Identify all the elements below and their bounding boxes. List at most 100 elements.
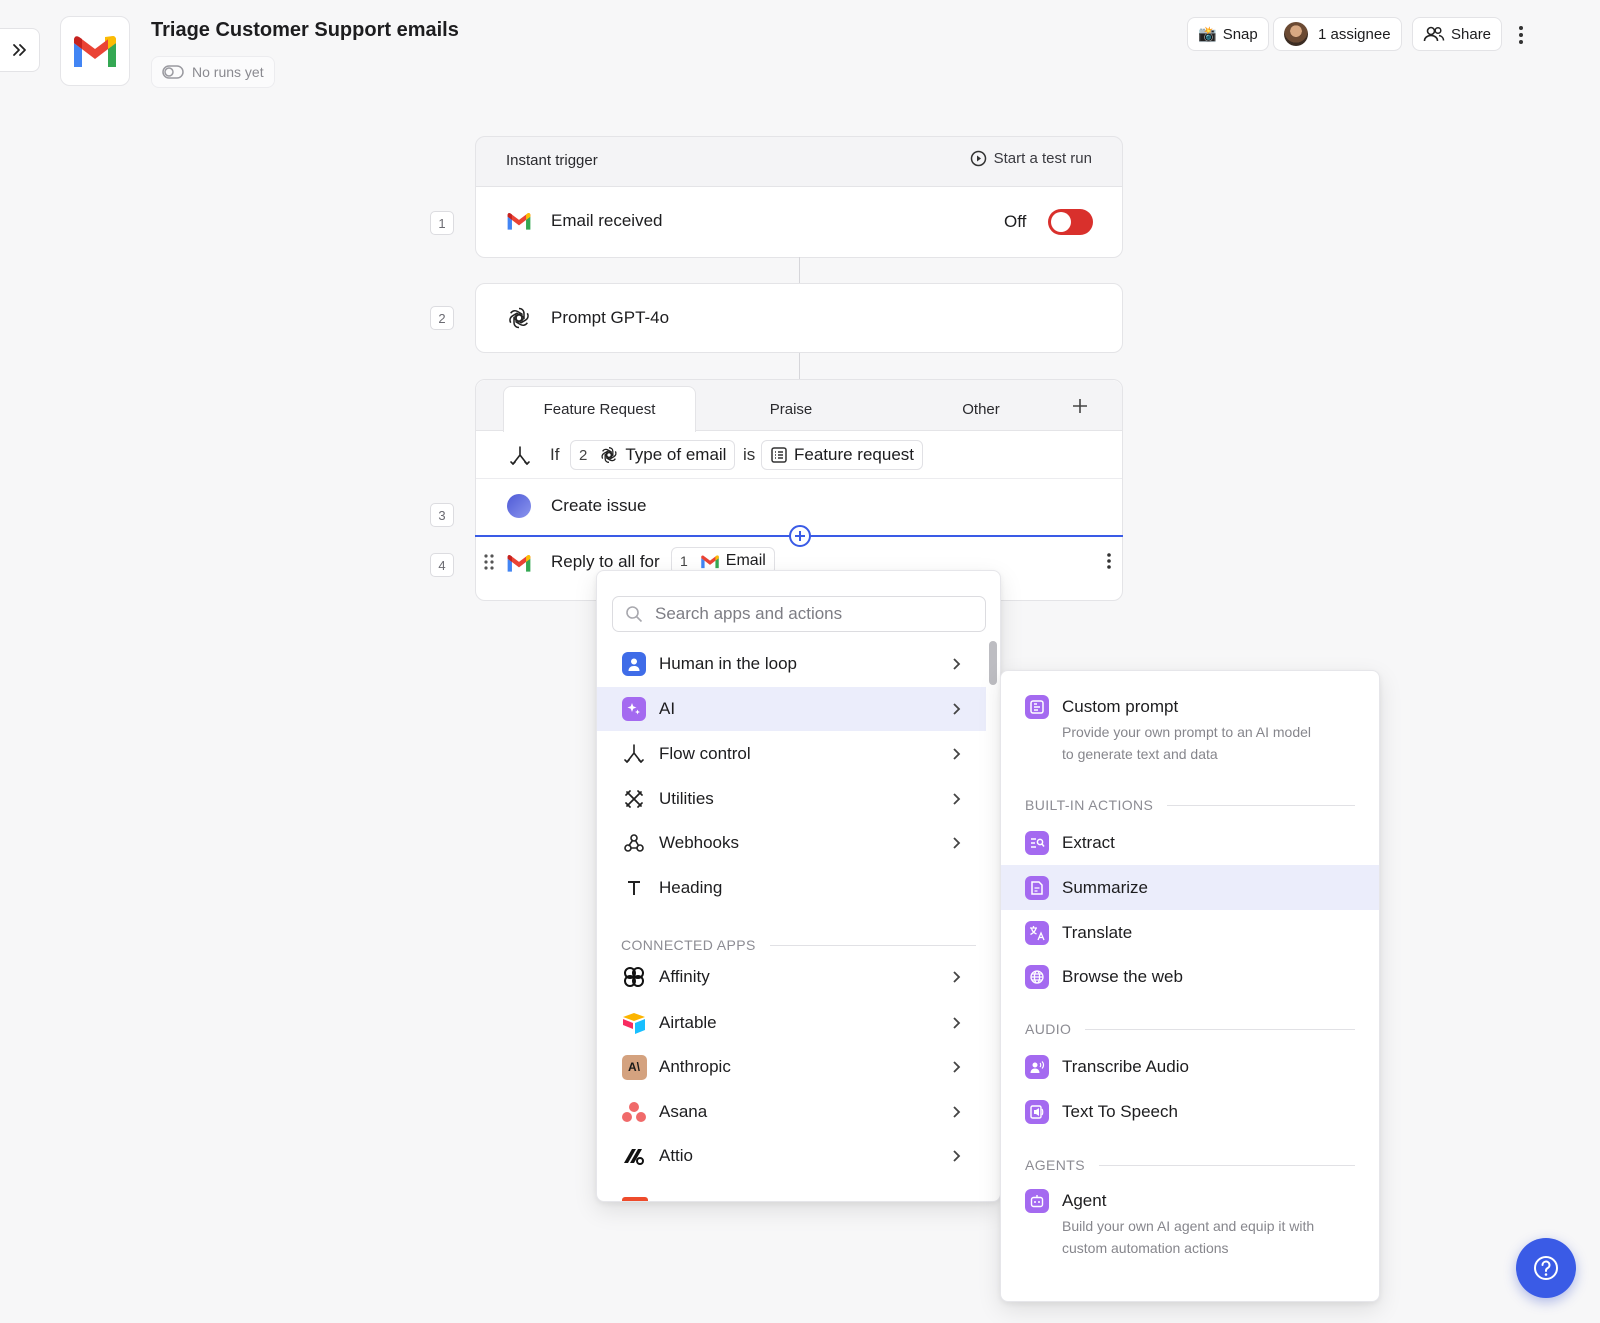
menu-item-label: Affinity	[659, 967, 710, 986]
extract-item[interactable]: Extract	[1001, 821, 1379, 865]
section-header-text: BUILT-IN ACTIONS	[1025, 797, 1154, 813]
step-ref-number: 2	[579, 446, 588, 464]
prompt-gpt-step[interactable]: Prompt GPT-4o	[475, 283, 1123, 353]
divider	[1167, 804, 1355, 806]
plus-icon	[1070, 396, 1090, 416]
menu-item-attio[interactable]: Attio	[597, 1134, 986, 1178]
summarize-item[interactable]: Summarize	[1001, 865, 1379, 910]
item-label: Summarize	[1062, 877, 1148, 897]
connector-line	[799, 257, 800, 283]
agent-title: Agent	[1062, 1191, 1107, 1210]
tab-feature-request[interactable]: Feature Request	[503, 386, 696, 432]
branch-icon	[509, 445, 531, 467]
start-test-run-button[interactable]: Start a test run	[970, 150, 1092, 167]
next-app-icon-partial	[622, 1197, 648, 1201]
gmail-icon	[700, 554, 720, 569]
menu-item-label: Utilities	[659, 789, 714, 808]
step-number: 3	[430, 503, 454, 527]
toggle-outline-icon	[162, 65, 184, 79]
person-icon	[621, 651, 647, 677]
sparkle-icon	[621, 696, 647, 722]
condition-field-chip[interactable]: 2 Type of email	[570, 440, 736, 470]
speaker-icon	[1025, 1100, 1049, 1124]
menu-item-human-in-the-loop[interactable]: Human in the loop	[597, 642, 986, 686]
gmail-icon	[71, 33, 119, 69]
translate-item[interactable]: Translate	[1001, 910, 1379, 955]
globe-icon	[1025, 965, 1049, 989]
agent-item[interactable]: Agent Build your own AI agent and equip …	[1001, 1189, 1379, 1259]
menu-item-affinity[interactable]: Affinity	[597, 955, 986, 999]
section-header-text: AUDIO	[1025, 1021, 1072, 1037]
step-label: Reply to all for	[551, 552, 660, 571]
chevron-right-icon	[952, 1060, 962, 1074]
chevron-right-icon	[952, 792, 962, 806]
is-keyword: is	[743, 445, 756, 464]
builtin-actions-header: BUILT-IN ACTIONS	[1025, 797, 1355, 813]
step-ref-number: 1	[680, 553, 688, 569]
attio-icon	[621, 1143, 647, 1169]
runs-status-badge[interactable]: No runs yet	[151, 56, 275, 88]
add-branch-button[interactable]	[1070, 396, 1090, 416]
divider	[1085, 1028, 1355, 1030]
menu-item-airtable[interactable]: Airtable	[597, 1001, 986, 1045]
step-options-button[interactable]	[1106, 552, 1112, 570]
menu-scrollbar[interactable]	[989, 641, 997, 685]
menu-item-heading[interactable]: Heading	[597, 866, 986, 910]
condition-value-label: Feature request	[794, 445, 915, 464]
share-button[interactable]: Share	[1412, 17, 1503, 51]
expand-sidebar-button[interactable]	[0, 28, 40, 72]
snap-button[interactable]: 📸 Snap	[1187, 17, 1269, 51]
menu-item-ai[interactable]: AI	[597, 687, 986, 731]
menu-item-label: Webhooks	[659, 833, 740, 852]
item-label: Text To Speech	[1062, 1102, 1178, 1121]
search-placeholder: Search apps and actions	[655, 604, 843, 623]
trigger-section-label: Instant trigger	[506, 152, 598, 169]
summarize-icon	[1025, 875, 1049, 900]
more-options-button[interactable]	[1515, 24, 1527, 46]
custom-prompt-desc-line2: to generate text and data	[1062, 746, 1218, 762]
search-input[interactable]: Search apps and actions	[612, 596, 986, 632]
section-header-text: AGENTS	[1025, 1157, 1085, 1173]
branch-icon	[621, 741, 647, 767]
menu-item-anthropic[interactable]: A\ Anthropic	[597, 1045, 986, 1089]
workflow-app-icon	[60, 16, 130, 86]
share-label: Share	[1451, 25, 1492, 43]
toggle-knob	[1051, 212, 1071, 232]
add-step-menu: Search apps and actions Human in the loo…	[596, 570, 1001, 1202]
tab-other[interactable]: Other	[886, 386, 1076, 432]
custom-prompt-title: Custom prompt	[1062, 697, 1179, 716]
extract-icon	[1025, 831, 1049, 855]
workflow-title[interactable]: Triage Customer Support emails	[151, 19, 459, 42]
affinity-icon	[621, 964, 647, 990]
assignee-button[interactable]: 1 assignee	[1273, 17, 1402, 51]
ai-submenu: Custom prompt Provide your own prompt to…	[1000, 670, 1380, 1302]
tab-praise[interactable]: Praise	[696, 386, 886, 432]
help-button[interactable]	[1516, 1238, 1576, 1298]
trigger-card: Instant trigger Start a test run Email r…	[475, 136, 1123, 258]
branch-condition-row[interactable]: If 2 Type of email is Feature request	[476, 432, 1122, 479]
condition-field-label: Type of email	[625, 445, 727, 464]
tools-icon	[621, 786, 647, 812]
menu-item-flow-control[interactable]: Flow control	[597, 732, 986, 776]
trigger-toggle[interactable]	[1048, 209, 1093, 235]
menu-item-webhooks[interactable]: Webhooks	[597, 821, 986, 865]
menu-item-label: Human in the loop	[659, 654, 797, 673]
menu-item-utilities[interactable]: Utilities	[597, 777, 986, 821]
linear-icon	[507, 494, 531, 518]
text-to-speech-item[interactable]: Text To Speech	[1001, 1090, 1379, 1134]
browse-web-item[interactable]: Browse the web	[1001, 955, 1379, 999]
menu-item-asana[interactable]: Asana	[597, 1090, 986, 1134]
menu-item-label: Airtable	[659, 1013, 717, 1032]
play-circle-icon	[970, 150, 987, 167]
step-label: Prompt GPT-4o	[551, 308, 670, 327]
custom-prompt-item[interactable]: Custom prompt Provide your own prompt to…	[1001, 695, 1379, 765]
menu-item-label: Attio	[659, 1146, 694, 1165]
airtable-icon	[621, 1010, 647, 1036]
branch-card: Feature Request Praise Other If 2 Type o…	[475, 379, 1123, 601]
trigger-step-row[interactable]: Email received Off	[475, 186, 1123, 258]
item-label: Browse the web	[1062, 967, 1183, 986]
transcribe-audio-item[interactable]: Transcribe Audio	[1001, 1045, 1379, 1089]
drag-handle-icon[interactable]	[484, 554, 494, 570]
condition-value-chip[interactable]: Feature request	[761, 440, 924, 470]
menu-item-label: AI	[659, 699, 676, 718]
